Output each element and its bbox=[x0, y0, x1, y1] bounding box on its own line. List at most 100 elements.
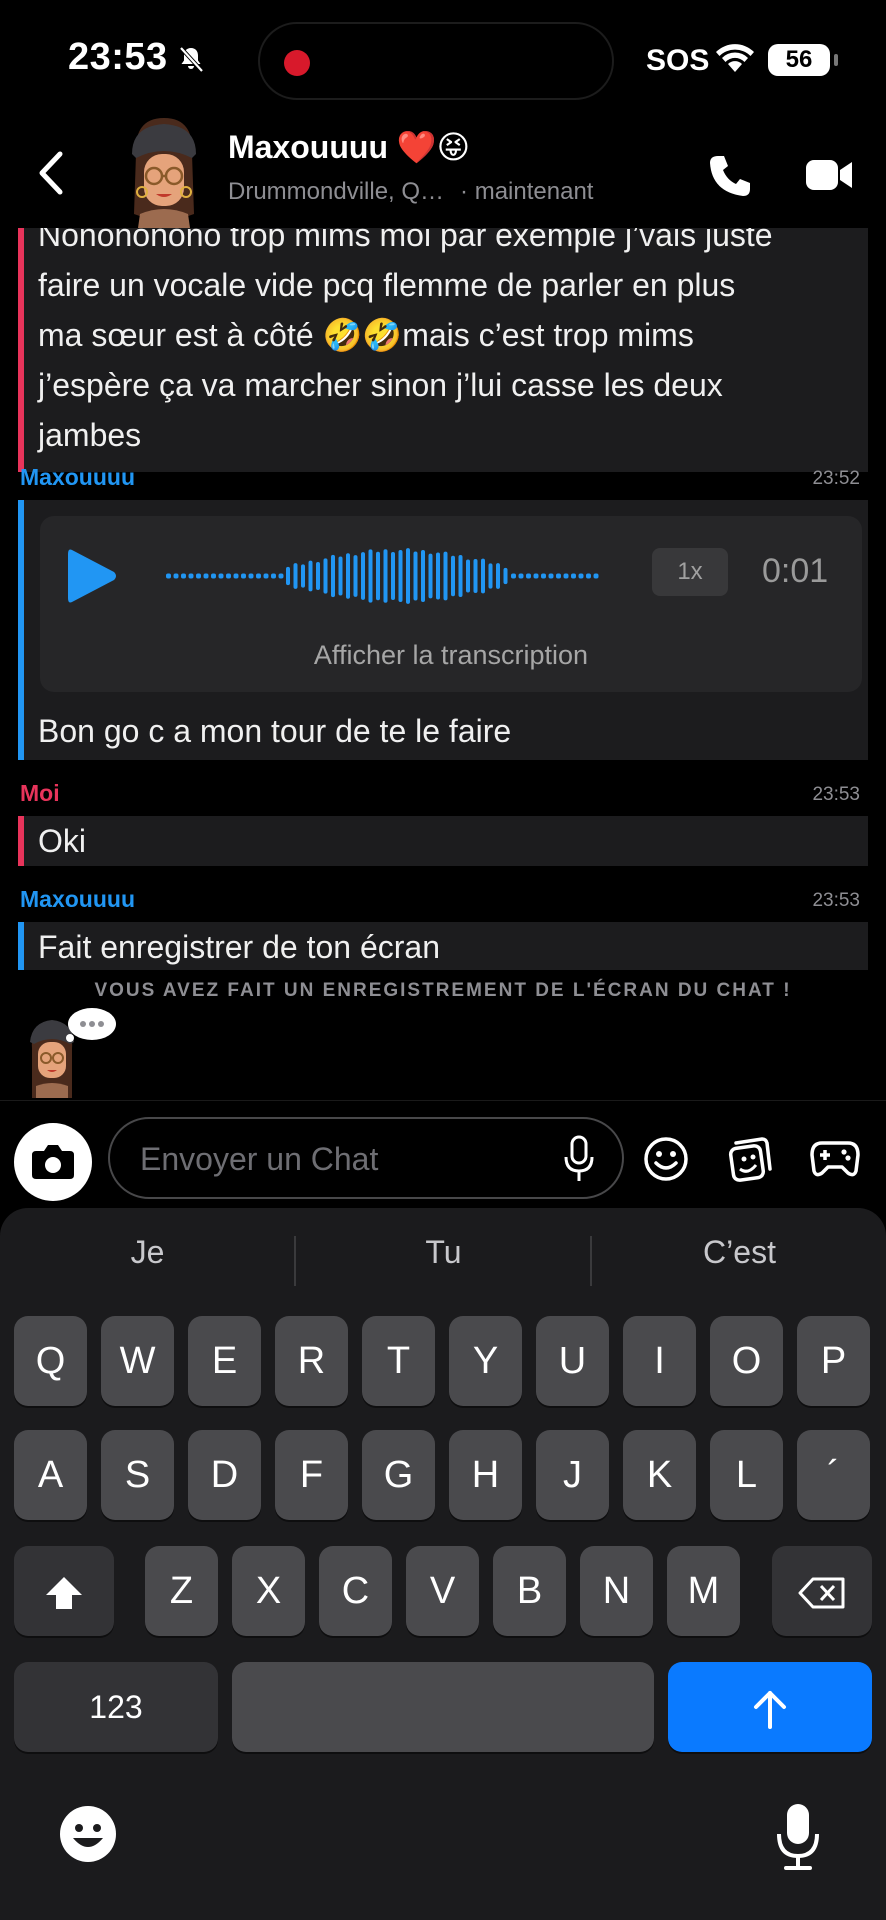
keyboard: Je Tu C’est QWERTYUIOP A S D F G H J K L ´ ZXCVBN… bbox=[0, 1208, 886, 1920]
key[interactable]: N bbox=[580, 1546, 653, 1636]
key[interactable]: K bbox=[623, 1430, 696, 1520]
delete-key[interactable] bbox=[772, 1546, 872, 1636]
message-bubble[interactable]: Oki bbox=[18, 816, 868, 866]
audio-waveform[interactable] bbox=[162, 546, 602, 606]
key[interactable]: H bbox=[449, 1430, 522, 1520]
message-time: 23:53 bbox=[812, 890, 860, 911]
waveform-bar bbox=[263, 573, 269, 579]
show-transcription-button[interactable]: Afficher la transcription bbox=[40, 640, 862, 671]
numbers-key[interactable]: 123 bbox=[14, 1662, 218, 1752]
key[interactable]: Y bbox=[449, 1316, 522, 1406]
message-text: Fait enregistrer de ton écran bbox=[38, 929, 440, 965]
key[interactable]: Z bbox=[145, 1546, 218, 1636]
key[interactable]: Q bbox=[14, 1316, 87, 1406]
waveform-bar bbox=[286, 566, 290, 586]
waveform-bar bbox=[436, 552, 440, 600]
key[interactable]: D bbox=[188, 1430, 261, 1520]
sos-indicator: SOS bbox=[646, 44, 710, 77]
key[interactable]: A bbox=[14, 1430, 87, 1520]
emoji-keyboard-icon[interactable] bbox=[58, 1804, 118, 1864]
key[interactable]: V bbox=[406, 1546, 479, 1636]
smiley-icon[interactable] bbox=[642, 1135, 690, 1183]
message-line: faire un vocale vide pcq flemme de parle… bbox=[38, 267, 736, 303]
key[interactable]: O bbox=[710, 1316, 783, 1406]
key[interactable]: J bbox=[536, 1430, 609, 1520]
key[interactable]: M bbox=[667, 1546, 740, 1636]
waveform-bar bbox=[526, 573, 531, 579]
key[interactable]: U bbox=[536, 1316, 609, 1406]
suggestion[interactable]: Je bbox=[0, 1234, 295, 1271]
key[interactable]: S bbox=[101, 1430, 174, 1520]
key[interactable]: E bbox=[188, 1316, 261, 1406]
suggestion-bar: Je Tu C’est bbox=[0, 1208, 886, 1312]
key[interactable]: I bbox=[623, 1316, 696, 1406]
key[interactable]: T bbox=[362, 1316, 435, 1406]
dynamic-island bbox=[258, 22, 614, 100]
suggestion[interactable]: C’est bbox=[592, 1234, 886, 1271]
waveform-bar bbox=[533, 573, 539, 579]
playback-speed-button[interactable]: 1x bbox=[652, 548, 728, 596]
waveform-bar bbox=[353, 555, 358, 597]
waveform-bar bbox=[383, 549, 388, 603]
waveform-bar bbox=[421, 549, 425, 603]
waveform-bar bbox=[593, 573, 599, 579]
chat-input-placeholder: Envoyer un Chat bbox=[140, 1141, 379, 1177]
chat-composer: Envoyer un Chat bbox=[0, 1100, 886, 1208]
camera-button[interactable] bbox=[14, 1123, 92, 1201]
contact-name[interactable]: Maxouuuu ❤️😝 bbox=[228, 128, 470, 166]
key[interactable]: F bbox=[275, 1430, 348, 1520]
waveform-bar bbox=[293, 563, 298, 589]
key[interactable]: W bbox=[101, 1316, 174, 1406]
key[interactable]: L bbox=[710, 1430, 783, 1520]
waveform-bar bbox=[481, 558, 485, 594]
video-camera-icon[interactable] bbox=[804, 154, 854, 196]
contact-location: Drummondville, Q… bbox=[228, 178, 445, 205]
chevron-left-icon[interactable] bbox=[32, 148, 72, 198]
waveform-bar bbox=[548, 573, 554, 579]
phone-icon[interactable] bbox=[706, 152, 754, 200]
waveform-bar bbox=[368, 549, 373, 603]
gamepad-icon[interactable] bbox=[810, 1137, 860, 1179]
waveform-bar bbox=[376, 551, 380, 601]
key[interactable]: X bbox=[232, 1546, 305, 1636]
camera-icon bbox=[32, 1145, 74, 1179]
waveform-bar bbox=[571, 573, 576, 579]
shift-key[interactable] bbox=[14, 1546, 114, 1636]
waveform-bar bbox=[331, 554, 335, 598]
key[interactable]: ´ bbox=[797, 1430, 870, 1520]
message-bubble[interactable]: Fait enregistrer de ton écran bbox=[18, 922, 868, 970]
arrow-up-icon bbox=[754, 1690, 786, 1729]
message-time: 23:53 bbox=[812, 784, 860, 805]
key[interactable]: B bbox=[493, 1546, 566, 1636]
send-key[interactable] bbox=[668, 1662, 872, 1752]
bitmoji-avatar[interactable] bbox=[114, 114, 214, 228]
chat-input[interactable]: Envoyer un Chat bbox=[108, 1117, 624, 1199]
shift-icon bbox=[46, 1576, 82, 1609]
key[interactable]: R bbox=[275, 1316, 348, 1406]
waveform-bar bbox=[323, 558, 328, 594]
waveform-bar bbox=[406, 548, 410, 604]
waveform-bar bbox=[578, 573, 584, 579]
screen-recording-notice: VOUS AVEZ FAIT UN ENREGISTREMENT DE L'ÉC… bbox=[94, 980, 792, 1001]
waveform-bar bbox=[218, 573, 224, 579]
message-line: Nonononono trop mims moi par exemple j’v… bbox=[38, 228, 773, 253]
message-time: 23:52 bbox=[812, 468, 860, 489]
key[interactable]: P bbox=[797, 1316, 870, 1406]
play-icon[interactable] bbox=[66, 546, 118, 606]
sticker-icon[interactable] bbox=[726, 1135, 774, 1183]
waveform-bar bbox=[248, 573, 254, 579]
waveform-bar bbox=[188, 573, 194, 579]
sender-name: Moi bbox=[20, 780, 60, 806]
suggestion[interactable]: Tu bbox=[296, 1234, 591, 1271]
voice-note-card[interactable]: 1x 0:01 Afficher la transcription bbox=[40, 516, 862, 692]
waveform-bar bbox=[458, 555, 463, 597]
key[interactable]: G bbox=[362, 1430, 435, 1520]
microphone-icon[interactable] bbox=[562, 1135, 596, 1183]
waveform-bar bbox=[278, 573, 284, 579]
space-key[interactable] bbox=[232, 1662, 654, 1752]
message-bubble[interactable]: Nonononono trop mims moi par exemple j’v… bbox=[18, 228, 868, 472]
key[interactable]: C bbox=[319, 1546, 392, 1636]
message-list[interactable]: Nonononono trop mims moi par exemple j’v… bbox=[0, 228, 886, 1098]
waveform-bar bbox=[271, 573, 276, 579]
dictation-mic-icon[interactable] bbox=[774, 1802, 822, 1872]
